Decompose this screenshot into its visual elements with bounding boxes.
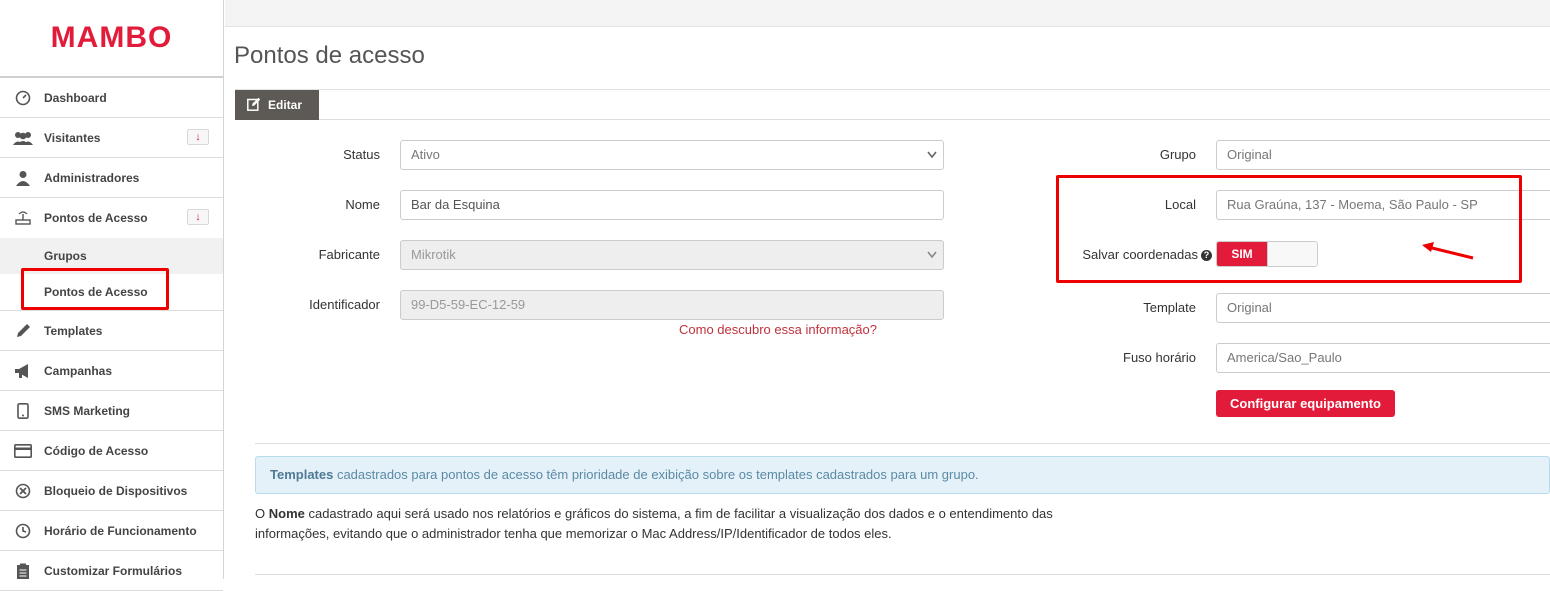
tab-label: Editar [268,98,303,112]
sidebar-item-label: Visitantes [44,130,101,145]
sidebar-item-label: Bloqueio de Dispositivos [44,483,188,498]
grupo-label: Grupo [1159,147,1196,162]
info-alert: Templates cadastrados para pontos de ace… [255,456,1550,494]
info-text: cadastrados para pontos de acesso têm pr… [333,467,979,482]
tab-bar: Editar [235,89,1550,120]
status-label: Status [343,147,380,162]
note-text: cadastrado aqui será usado nos relatório… [255,506,1053,541]
nome-input[interactable]: Bar da Esquina [400,190,944,220]
card-icon [12,442,34,460]
logo-text: MAMBO [50,21,173,54]
sidebar-item-campanhas[interactable]: Campanhas [0,351,223,391]
edit-icon [247,97,261,114]
sidebar-item-label: Customizar Formulários [44,563,183,578]
sidebar-item-bloqueio[interactable]: Bloqueio de Dispositivos [0,471,223,511]
identificador-label: Identificador [309,297,380,312]
chevron-down-icon [927,141,937,181]
info-bold: Templates [270,467,334,482]
users-icon [12,129,34,147]
nome-note: O Nome cadastrado aqui será usado nos re… [255,504,1075,544]
expand-arrow-icon[interactable]: ↓ [187,129,209,145]
sidebar-item-label: Código de Acesso [44,443,149,458]
sidebar-item-label: SMS Marketing [44,403,131,418]
logo[interactable]: MAMBO [0,0,223,78]
nome-label: Nome [345,197,380,212]
note-bold: Nome [268,506,305,521]
router-icon [12,209,34,227]
fabricante-value: Mikrotik [411,247,456,262]
sidebar: MAMBO Dashboard Visitantes ↓ Administrad… [0,0,224,591]
sidebar-item-label: Horário de Funcionamento [44,523,197,538]
configurar-equipamento-button[interactable]: Configurar equipamento [1216,390,1395,417]
note-prefix: O [255,506,269,521]
sidebar-item-pontos-de-acesso[interactable]: Pontos de Acesso ↓ [0,198,223,238]
red-arrow-icon [1422,242,1474,260]
identificador-input[interactable]: 99-D5-59-EC-12-59 [400,290,944,320]
fuso-label: Fuso horário [1123,350,1196,365]
sidebar-item-customizar[interactable]: Customizar Formulários [0,551,223,591]
sidebar-item-sms-marketing[interactable]: SMS Marketing [0,391,223,431]
phone-icon [12,402,34,420]
divider [255,574,1550,575]
block-icon [12,482,34,500]
fabricante-label: Fabricante [318,247,380,262]
page-title: Pontos de acesso [234,42,425,69]
sidebar-item-administradores[interactable]: Administradores [0,158,223,198]
template-label: Template [1143,300,1196,315]
sidebar-item-dashboard[interactable]: Dashboard [0,78,223,118]
sidebar-item-horario[interactable]: Horário de Funcionamento [0,511,223,551]
user-icon [12,169,34,187]
tab-editar[interactable]: Editar [235,90,319,120]
fabricante-select[interactable]: Mikrotik [400,240,944,270]
sidebar-item-label: Pontos de Acesso [44,211,148,225]
fuso-select[interactable]: America/Sao_Paulo [1216,343,1550,373]
template-select[interactable]: Original [1216,293,1550,323]
pencil-icon [12,322,34,340]
sidebar-item-visitantes[interactable]: Visitantes ↓ [0,118,223,158]
clipboard-icon [12,562,34,580]
megaphone-icon [12,362,34,380]
help-link[interactable]: Como descubro essa informação? [679,322,877,337]
sidebar-item-codigo-de-acesso[interactable]: Código de Acesso [0,431,223,471]
dashboard-icon [12,89,34,107]
sidebar-item-label: Dashboard [44,90,107,105]
sidebar-item-templates[interactable]: Templates [0,311,223,351]
divider [255,443,1550,444]
sidebar-item-label: Administradores [44,170,140,185]
highlight-box [21,268,169,310]
status-value: Ativo [411,147,440,162]
clock-icon [12,522,34,540]
sidebar-item-label: Campanhas [44,363,113,378]
chevron-down-icon [927,241,937,281]
grupo-select[interactable]: Original [1216,140,1550,170]
expand-arrow-icon[interactable]: ↓ [187,209,209,225]
sidebar-item-label: Templates [44,323,103,338]
topbar [225,0,1550,27]
highlight-box [1056,175,1522,283]
status-select[interactable]: Ativo [400,140,944,170]
